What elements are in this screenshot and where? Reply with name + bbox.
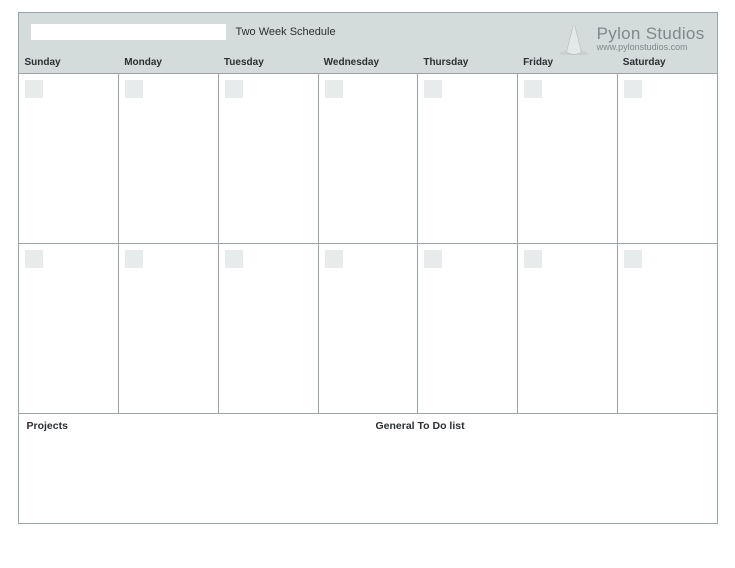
day-label-tuesday: Tuesday — [218, 55, 318, 73]
date-number-box[interactable] — [125, 80, 143, 98]
day-label-wednesday: Wednesday — [318, 55, 418, 73]
week-row-2 — [19, 243, 717, 413]
date-number-box[interactable] — [25, 80, 43, 98]
date-number-box[interactable] — [624, 80, 642, 98]
date-number-box[interactable] — [125, 250, 143, 268]
day-cell[interactable] — [617, 243, 717, 413]
day-cell[interactable] — [617, 73, 717, 243]
week-row-1 — [19, 73, 717, 243]
footer-row: Projects General To Do list — [19, 413, 717, 523]
date-number-box[interactable] — [25, 250, 43, 268]
brand-url: www.pylonstudios.com — [597, 43, 705, 52]
day-label-saturday: Saturday — [617, 55, 717, 73]
two-week-schedule-page: Two Week Schedule Pylon Studios www.pylo… — [18, 12, 718, 524]
projects-area[interactable]: Projects — [19, 414, 368, 523]
schedule-title-input[interactable] — [31, 24, 226, 40]
calendar-grid — [19, 73, 717, 413]
date-number-box[interactable] — [325, 250, 343, 268]
date-number-box[interactable] — [624, 250, 642, 268]
day-label-friday: Friday — [517, 55, 617, 73]
cone-icon — [557, 19, 591, 59]
day-cell[interactable] — [517, 73, 617, 243]
day-cell[interactable] — [118, 73, 218, 243]
schedule-label: Two Week Schedule — [236, 26, 336, 38]
day-label-monday: Monday — [118, 55, 218, 73]
day-cell[interactable] — [19, 243, 119, 413]
day-cell[interactable] — [218, 73, 318, 243]
day-headers-row: Sunday Monday Tuesday Wednesday Thursday… — [19, 55, 717, 73]
day-cell[interactable] — [218, 243, 318, 413]
day-cell[interactable] — [417, 243, 517, 413]
todo-label: General To Do list — [376, 420, 465, 432]
header-wrap: Two Week Schedule Pylon Studios www.pylo… — [19, 13, 717, 73]
date-number-box[interactable] — [225, 250, 243, 268]
date-number-box[interactable] — [424, 250, 442, 268]
day-cell[interactable] — [417, 73, 517, 243]
projects-label: Projects — [27, 420, 68, 432]
date-number-box[interactable] — [225, 80, 243, 98]
date-number-box[interactable] — [524, 250, 542, 268]
day-label-sunday: Sunday — [19, 55, 119, 73]
day-cell[interactable] — [318, 73, 418, 243]
brand-block: Pylon Studios www.pylonstudios.com — [557, 19, 705, 59]
date-number-box[interactable] — [424, 80, 442, 98]
day-cell[interactable] — [318, 243, 418, 413]
todo-area[interactable]: General To Do list — [368, 414, 717, 523]
day-cell[interactable] — [19, 73, 119, 243]
day-cell[interactable] — [517, 243, 617, 413]
day-cell[interactable] — [118, 243, 218, 413]
day-label-thursday: Thursday — [417, 55, 517, 73]
date-number-box[interactable] — [524, 80, 542, 98]
brand-name: Pylon Studios — [597, 25, 705, 43]
date-number-box[interactable] — [325, 80, 343, 98]
